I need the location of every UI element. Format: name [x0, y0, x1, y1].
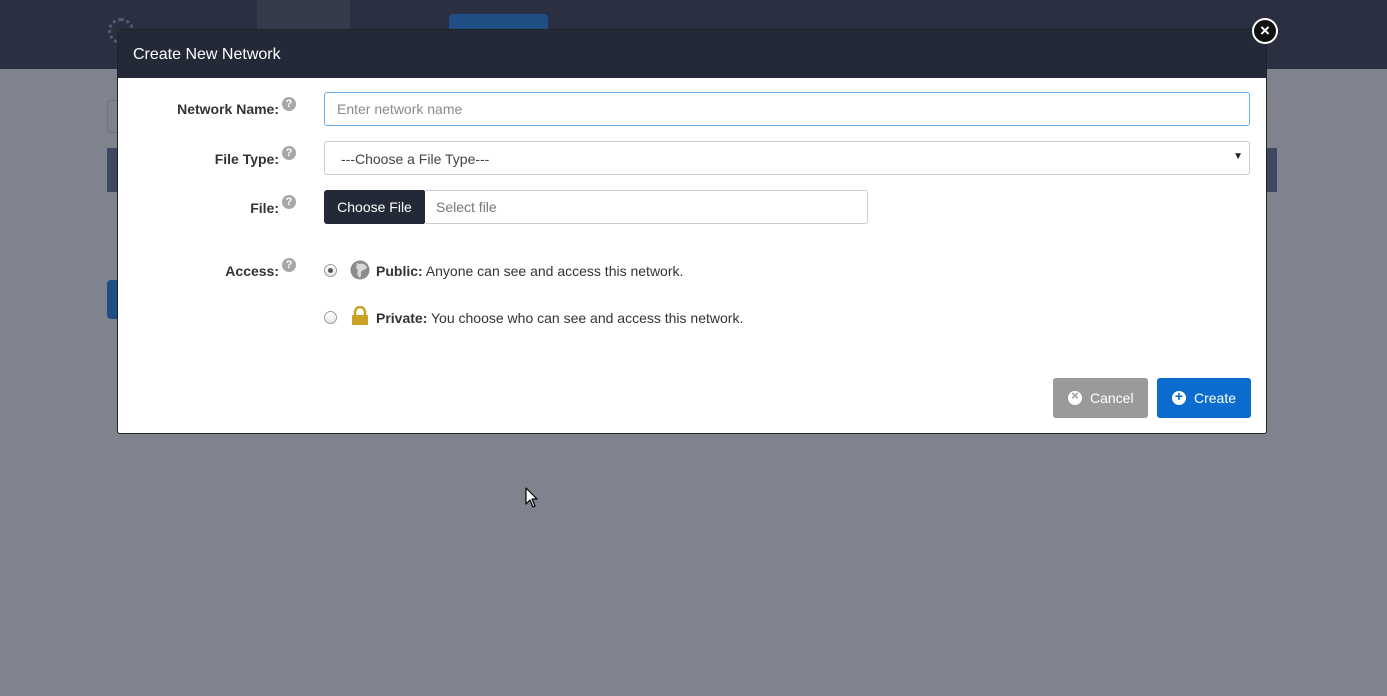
- file-type-select[interactable]: ---Choose a File Type--- ▼: [324, 141, 1250, 175]
- create-button[interactable]: Create: [1157, 378, 1251, 418]
- choose-file-button[interactable]: Choose File: [324, 190, 425, 224]
- access-row: Access: ? Public: Anyone can see and acc…: [118, 252, 1266, 342]
- access-private-description: You choose who can see and access this n…: [431, 310, 744, 326]
- mouse-cursor-icon: [525, 487, 538, 508]
- access-help-icon[interactable]: ?: [282, 258, 296, 272]
- file-row: File: ? Choose File Select file: [118, 190, 1266, 224]
- file-type-selected-value: ---Choose a File Type---: [341, 151, 490, 167]
- file-path-input[interactable]: Select file: [424, 190, 868, 224]
- network-name-help-icon[interactable]: ?: [282, 97, 296, 111]
- cancel-circle-icon: [1068, 388, 1082, 405]
- cancel-button[interactable]: Cancel: [1053, 378, 1148, 418]
- modal-title: Create New Network: [133, 46, 281, 63]
- network-name-input[interactable]: [324, 92, 1250, 126]
- access-public-name: Public:: [376, 263, 423, 279]
- close-icon: ×: [1254, 20, 1276, 42]
- access-private-text: Private: You choose who can see and acce…: [376, 310, 743, 326]
- modal-close-button[interactable]: ×: [1252, 18, 1278, 44]
- access-label: Access:: [225, 263, 279, 279]
- chevron-down-icon: ▼: [1233, 151, 1243, 162]
- access-public-description: Anyone can see and access this network.: [425, 263, 684, 279]
- plus-circle-icon: [1172, 388, 1186, 405]
- access-private-radio[interactable]: [324, 311, 337, 324]
- file-type-label: File Type:: [214, 151, 279, 167]
- file-type-row: File Type: ? ---Choose a File Type--- ▼: [118, 141, 1266, 175]
- create-button-label: Create: [1194, 390, 1237, 406]
- access-public-radio[interactable]: [324, 264, 337, 277]
- access-public-text: Public: Anyone can see and access this n…: [376, 263, 683, 279]
- file-label: File:: [250, 200, 279, 216]
- network-name-row: Network Name: ?: [118, 92, 1266, 126]
- file-type-help-icon[interactable]: ?: [282, 146, 296, 160]
- access-private-name: Private:: [376, 310, 428, 326]
- network-name-label: Network Name:: [177, 101, 279, 117]
- file-help-icon[interactable]: ?: [282, 195, 296, 209]
- create-network-modal: Create New Network Network Name: ? File …: [117, 29, 1267, 434]
- cancel-button-label: Cancel: [1090, 390, 1134, 406]
- globe-icon: [350, 260, 370, 280]
- modal-header: Create New Network: [118, 30, 1266, 78]
- lock-icon: [352, 306, 368, 325]
